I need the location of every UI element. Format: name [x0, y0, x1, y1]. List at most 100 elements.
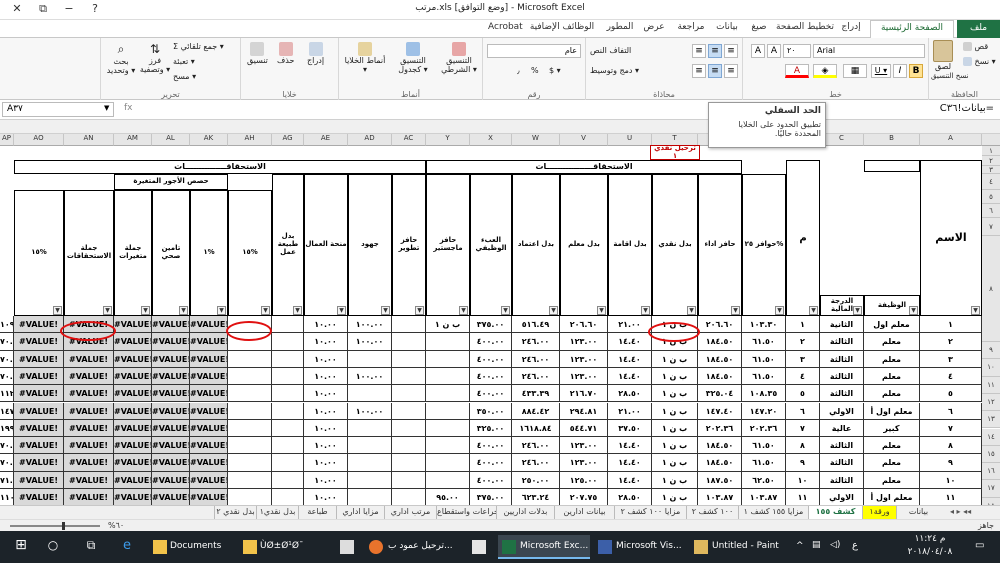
- table-cell[interactable]: ٧١.٤٣: [0, 471, 14, 489]
- clock-time[interactable]: م ١١:٢٤: [900, 534, 960, 544]
- error-cell[interactable]: #VALUE!: [64, 454, 114, 472]
- row-header[interactable]: ٢: [982, 156, 1000, 166]
- table-cell[interactable]: ٣٥٠.٠٠: [470, 402, 512, 420]
- table-cell[interactable]: ١٠.٠٠: [304, 402, 348, 420]
- table-cell[interactable]: ٤٠٠.٠٠: [470, 350, 512, 368]
- table-cell[interactable]: ٢٤٦.٠٠: [512, 437, 560, 455]
- table-cell[interactable]: [272, 419, 304, 438]
- table-cell[interactable]: [228, 419, 272, 438]
- table-cell[interactable]: [426, 419, 470, 438]
- insert-cells-button[interactable]: إدراج: [307, 42, 324, 65]
- table-cell[interactable]: ب ن ١: [652, 489, 698, 505]
- error-cell[interactable]: #VALUE!: [152, 419, 190, 438]
- table-cell[interactable]: ١٠٠.٠٠: [348, 402, 392, 420]
- edge-button[interactable]: e: [114, 535, 140, 559]
- table-cell[interactable]: ٢١.٠٠: [608, 402, 652, 420]
- table-cell[interactable]: ١١٠.٩٦: [0, 489, 14, 505]
- clock-date[interactable]: ٢٠١٨/٠٤/٠٨: [900, 547, 960, 557]
- sheet-tab[interactable]: بيانات: [896, 506, 940, 519]
- grow-font-button[interactable]: A: [767, 44, 781, 58]
- filter-dropdown[interactable]: ▼: [687, 306, 696, 315]
- table-cell[interactable]: ٧: [786, 419, 820, 438]
- paste-button[interactable]: لصق: [933, 40, 953, 71]
- table-cell[interactable]: [426, 471, 470, 489]
- table-cell[interactable]: معلم اول: [864, 316, 920, 334]
- table-cell[interactable]: ١٠.٠٠: [304, 437, 348, 455]
- error-cell[interactable]: #VALUE!: [14, 419, 64, 438]
- filter-dropdown[interactable]: ▼: [337, 306, 346, 315]
- table-cell[interactable]: ٢٠٧.٧٥: [560, 489, 608, 505]
- filter-dropdown[interactable]: ▼: [853, 306, 862, 315]
- table-cell[interactable]: ٤٠٠.٠٠: [470, 437, 512, 455]
- table-cell[interactable]: [392, 316, 426, 334]
- tab-acrobat[interactable]: Acrobat: [488, 22, 523, 32]
- table-cell[interactable]: ٤٠٠.٠٠: [470, 333, 512, 351]
- shrink-font-button[interactable]: A: [751, 44, 765, 58]
- table-cell[interactable]: [272, 454, 304, 472]
- column-header[interactable]: C: [820, 134, 864, 146]
- table-cell[interactable]: ٣: [920, 350, 982, 368]
- table-cell[interactable]: ٣٢٥.٠٤: [698, 385, 742, 403]
- format-cells-button[interactable]: تنسيق: [247, 42, 268, 65]
- align-bottom-button[interactable]: ≡: [692, 44, 706, 58]
- table-cell[interactable]: ٦١.٥٠: [742, 333, 786, 351]
- error-cell[interactable]: #VALUE!: [190, 402, 228, 420]
- error-cell[interactable]: #VALUE!: [114, 437, 152, 455]
- error-cell[interactable]: #VALUE!: [14, 454, 64, 472]
- error-cell[interactable]: #VALUE!: [190, 489, 228, 505]
- table-cell[interactable]: ٢٠٢.٣٦: [698, 419, 742, 438]
- table-cell[interactable]: ١٠.٠٠: [304, 316, 348, 334]
- tab-view[interactable]: عرض: [640, 22, 668, 32]
- table-cell[interactable]: ب ن ١: [652, 419, 698, 438]
- find-select-button[interactable]: ⌕ بحث وتحديد ▾: [105, 42, 137, 75]
- italic-button[interactable]: I: [893, 64, 907, 78]
- currency-button[interactable]: $ ▾: [549, 66, 561, 75]
- table-cell[interactable]: الثالثة: [820, 333, 864, 351]
- column-header[interactable]: AL: [152, 134, 190, 146]
- error-cell[interactable]: #VALUE!: [114, 350, 152, 368]
- formula-input[interactable]: =بيانات!C٣٦: [940, 103, 994, 114]
- fill-color-button[interactable]: ◈: [813, 64, 837, 78]
- table-cell[interactable]: ب ن ١: [652, 367, 698, 386]
- table-cell[interactable]: ١٠٠.٠٠: [348, 316, 392, 334]
- table-cell[interactable]: الثانية: [820, 316, 864, 334]
- tab-addins[interactable]: الوظائف الإضافية: [525, 22, 599, 32]
- error-cell[interactable]: #VALUE!: [14, 367, 64, 386]
- table-cell[interactable]: ١٤.٤٠: [608, 437, 652, 455]
- table-cell[interactable]: ١: [920, 316, 982, 334]
- row-header[interactable]: ١٠: [982, 359, 1000, 377]
- table-cell[interactable]: معلم: [864, 367, 920, 386]
- table-cell[interactable]: معلم: [864, 471, 920, 489]
- column-header[interactable]: U: [608, 134, 652, 146]
- row-header[interactable]: ١٨: [982, 497, 1000, 505]
- filter-dropdown[interactable]: ▼: [179, 306, 188, 315]
- table-cell[interactable]: ٢٤٦.٠٠: [512, 367, 560, 386]
- column-header[interactable]: W: [512, 134, 560, 146]
- table-cell[interactable]: ٢: [786, 333, 820, 351]
- zoom-slider-thumb[interactable]: [62, 522, 65, 530]
- sheet-tab[interactable]: بدلات اداريين: [496, 506, 554, 519]
- table-cell[interactable]: [272, 437, 304, 455]
- error-cell[interactable]: #VALUE!: [64, 402, 114, 420]
- table-cell[interactable]: [392, 419, 426, 438]
- table-cell[interactable]: [348, 454, 392, 472]
- align-right-button[interactable]: ≡: [724, 64, 738, 78]
- filter-dropdown[interactable]: ▼: [731, 306, 740, 315]
- error-cell[interactable]: #VALUE!: [64, 419, 114, 438]
- table-cell[interactable]: ٩٥.٠٠: [426, 489, 470, 505]
- table-cell[interactable]: ب ن ١: [652, 437, 698, 455]
- error-cell[interactable]: #VALUE!: [64, 385, 114, 403]
- table-cell[interactable]: عالية: [820, 419, 864, 438]
- table-cell[interactable]: ١١٢.٧٢: [0, 385, 14, 403]
- table-cell[interactable]: [426, 350, 470, 368]
- column-header[interactable]: AH: [228, 134, 272, 146]
- error-cell[interactable]: #VALUE!: [152, 333, 190, 351]
- table-cell[interactable]: معلم اول أ: [864, 489, 920, 505]
- error-cell[interactable]: #VALUE!: [64, 489, 114, 505]
- name-box[interactable]: A٣٧: [2, 102, 114, 117]
- row-header[interactable]: ٥: [982, 190, 1000, 204]
- table-cell[interactable]: ٤٣٣.٣٩: [512, 385, 560, 403]
- table-cell[interactable]: ١٨٤.٥٠: [698, 350, 742, 368]
- table-cell[interactable]: ٤٠٠.٠٠: [470, 471, 512, 489]
- column-header[interactable]: V: [560, 134, 608, 146]
